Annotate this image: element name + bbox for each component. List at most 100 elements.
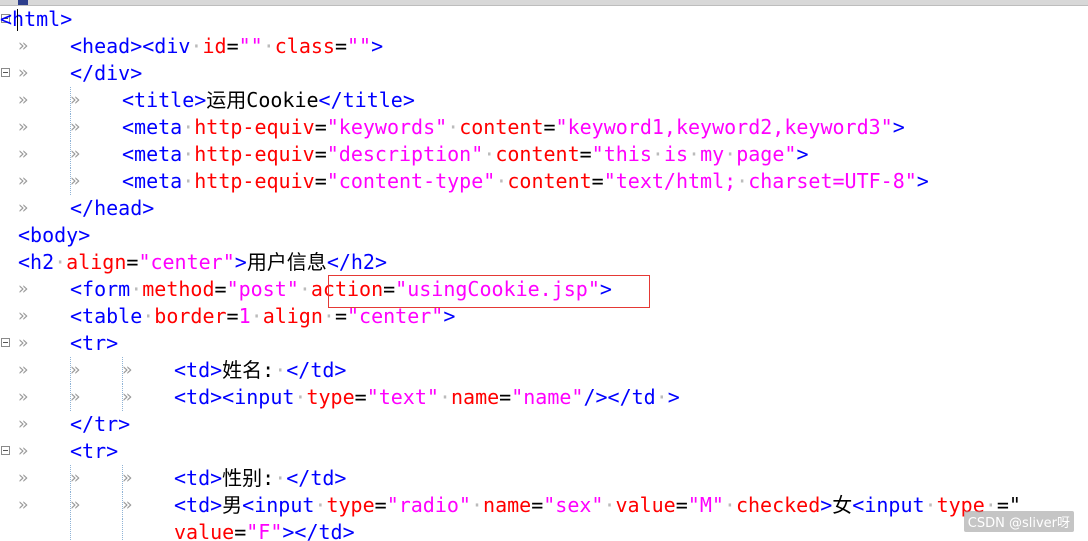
code-line[interactable]: » </tr> bbox=[0, 411, 1088, 438]
code-token: = bbox=[531, 493, 544, 517]
code-token: <form bbox=[70, 277, 131, 301]
code-token: <head><div bbox=[70, 34, 191, 58]
code-token: <input bbox=[852, 493, 925, 517]
code-token: "text" bbox=[366, 385, 439, 409]
code-token: "F" bbox=[246, 520, 283, 541]
code-line[interactable]: » » <meta·http-equiv="content-type"·conten… bbox=[0, 168, 1088, 195]
tab-marker-icon: » bbox=[18, 36, 29, 56]
tab-marker-icon: » bbox=[70, 468, 81, 488]
code-token: name bbox=[483, 493, 532, 517]
fold-toggle-icon[interactable] bbox=[1, 68, 10, 77]
fold-toggle-icon[interactable] bbox=[1, 338, 10, 347]
code-token: · bbox=[182, 115, 195, 139]
code-token: align bbox=[66, 250, 127, 274]
code-token: "sex" bbox=[543, 493, 604, 517]
action-attribute-highlight-box bbox=[328, 275, 650, 308]
tab-marker-icon: » bbox=[18, 441, 29, 461]
code-token: 性别: bbox=[222, 466, 275, 490]
code-line[interactable]: » <head><div·id=""·class=""> bbox=[0, 33, 1088, 60]
code-token: type bbox=[326, 493, 375, 517]
code-token: 1 bbox=[238, 304, 251, 328]
fold-toggle-icon[interactable] bbox=[1, 446, 10, 455]
code-token: · bbox=[924, 493, 937, 517]
code-token: 男 bbox=[222, 493, 243, 517]
tab-marker-icon: » bbox=[70, 360, 81, 380]
code-token: http-equiv bbox=[194, 142, 315, 166]
code-line[interactable]: » » » <td>姓名:·</td> bbox=[0, 357, 1088, 384]
code-line[interactable]: » <tr> bbox=[0, 438, 1088, 465]
code-token: </td> bbox=[286, 358, 347, 382]
code-token: · bbox=[54, 250, 67, 274]
code-token: "this bbox=[591, 142, 652, 166]
tab-marker-icon: » bbox=[122, 387, 133, 407]
tab-marker-icon: » bbox=[18, 117, 29, 137]
code-token: · bbox=[438, 385, 451, 409]
code-token: <td> bbox=[174, 466, 223, 490]
code-line[interactable]: »»» <td><input·type="text"·name="name"/><… bbox=[0, 384, 1088, 411]
code-text: <h2·align="center">用户信息</h2> bbox=[18, 249, 387, 276]
code-token: content bbox=[459, 115, 544, 139]
code-token: <td> bbox=[174, 358, 223, 382]
code-token: align bbox=[262, 304, 323, 328]
code-text: <html> bbox=[0, 6, 72, 33]
code-token: </td> bbox=[286, 466, 347, 490]
code-token: "M" bbox=[687, 493, 724, 517]
tab-marker-icon: » bbox=[18, 63, 29, 83]
code-text: <td><input·type="text"·name="name"/></td… bbox=[174, 384, 680, 411]
code-line[interactable]: » » » <td>性别:·</td> bbox=[0, 465, 1088, 492]
code-line[interactable]: <h2·align="center">用户信息</h2> bbox=[0, 249, 1088, 276]
code-line[interactable]: »»» <td>男<input·type="radio"·name="sex"·v… bbox=[0, 492, 1088, 519]
code-token: page" bbox=[736, 142, 797, 166]
code-token: <html> bbox=[0, 7, 73, 31]
code-token: </tr> bbox=[70, 412, 131, 436]
code-line[interactable]: » <tr> bbox=[0, 330, 1088, 357]
code-token: · bbox=[470, 493, 484, 517]
code-token: charset=UTF-8" bbox=[748, 169, 917, 193]
code-token: is bbox=[663, 142, 689, 166]
code-token: · bbox=[495, 169, 508, 193]
code-line[interactable]: <html> bbox=[0, 6, 1088, 33]
code-token: <table bbox=[70, 304, 143, 328]
code-line[interactable]: » </div> bbox=[0, 60, 1088, 87]
code-line[interactable]: value="F"></td> bbox=[0, 519, 1088, 541]
tab-marker-icon: » bbox=[70, 90, 81, 110]
code-token: "" bbox=[347, 34, 372, 58]
code-token: > bbox=[667, 385, 680, 409]
code-text: <td>男<input·type="radio"·name="sex"·valu… bbox=[174, 492, 1021, 519]
code-line[interactable]: »» <meta·http-equiv="description"·content… bbox=[0, 141, 1088, 168]
code-line[interactable]: <body> bbox=[0, 222, 1088, 249]
tab-marker-icon: » bbox=[18, 198, 29, 218]
code-token: · bbox=[190, 34, 203, 58]
code-line[interactable]: » </head> bbox=[0, 195, 1088, 222]
code-token: 用户信息 bbox=[246, 250, 327, 274]
indent-guide bbox=[70, 519, 71, 541]
tab-marker-icon: » bbox=[70, 171, 81, 191]
code-text: <meta·http-equiv="description"·content="… bbox=[122, 141, 808, 168]
code-token: "keyword1,keyword2,keyword3" bbox=[555, 115, 893, 139]
code-text: <meta·http-equiv="content-type"·content=… bbox=[122, 168, 929, 195]
code-token: = bbox=[591, 169, 604, 193]
watermark: CSDN @sliver呀 bbox=[963, 511, 1074, 532]
code-token: checked bbox=[735, 493, 821, 517]
code-token: = bbox=[214, 277, 227, 301]
code-token: value bbox=[174, 520, 235, 541]
tab-marker-icon: » bbox=[18, 171, 29, 191]
code-line[interactable]: » » <title>运用Cookie</title> bbox=[0, 87, 1088, 114]
code-token: · bbox=[447, 115, 460, 139]
code-token: http-equiv bbox=[194, 115, 315, 139]
code-token: </head> bbox=[70, 196, 155, 220]
tab-marker-icon: » bbox=[18, 360, 29, 380]
indent-guide bbox=[122, 519, 123, 541]
code-token: content bbox=[507, 169, 592, 193]
code-editor[interactable]: <html>» <head><div·id=""·class="">» </div>… bbox=[0, 6, 1088, 541]
code-line[interactable]: »» <meta·http-equiv="keywords"·content="k… bbox=[0, 114, 1088, 141]
code-text: value="F"></td> bbox=[174, 519, 355, 541]
code-token: </div> bbox=[70, 61, 143, 85]
code-token: · bbox=[294, 385, 307, 409]
code-text: <tr> bbox=[70, 330, 118, 357]
code-text: <title>运用Cookie</title> bbox=[122, 87, 415, 114]
code-token: · bbox=[655, 385, 668, 409]
code-token: · bbox=[274, 358, 287, 382]
code-token: <tr> bbox=[70, 439, 119, 463]
code-token: = bbox=[334, 34, 348, 58]
